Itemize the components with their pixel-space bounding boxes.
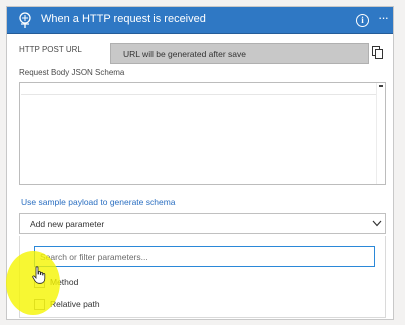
http-post-url-value: URL will be generated after save (123, 49, 247, 59)
http-post-url-label: HTTP POST URL (19, 45, 82, 54)
use-sample-payload-link[interactable]: Use sample payload to generate schema (21, 197, 176, 207)
request-body-schema-label: Request Body JSON Schema (19, 68, 125, 77)
http-post-url-field: URL will be generated after save (110, 43, 369, 64)
chevron-down-icon (372, 220, 382, 227)
card-title: When a HTTP request is received (41, 13, 206, 25)
info-icon[interactable]: i (356, 14, 369, 27)
add-new-parameter-label: Add new parameter (30, 219, 105, 229)
ellipsis-icon[interactable]: ··· (376, 11, 390, 27)
editor-current-line (21, 94, 377, 95)
add-new-parameter-dropdown[interactable]: Add new parameter (19, 213, 386, 234)
option-relative-path-label: Relative path (50, 299, 100, 309)
http-trigger-card: When a HTTP request is received i ··· HT… (6, 6, 394, 320)
http-request-trigger-icon (19, 12, 31, 28)
card-header[interactable]: When a HTTP request is received i ··· (7, 7, 393, 34)
parameter-picker-panel: Method Relative path (19, 236, 386, 318)
request-body-schema-editor[interactable] (19, 82, 386, 185)
editor-scrollbar[interactable] (376, 83, 385, 184)
scrollbar-thumb[interactable] (379, 85, 383, 87)
hand-pointer-icon (32, 266, 46, 284)
parameter-search-input[interactable] (34, 246, 375, 267)
copy-icon[interactable] (372, 46, 383, 59)
